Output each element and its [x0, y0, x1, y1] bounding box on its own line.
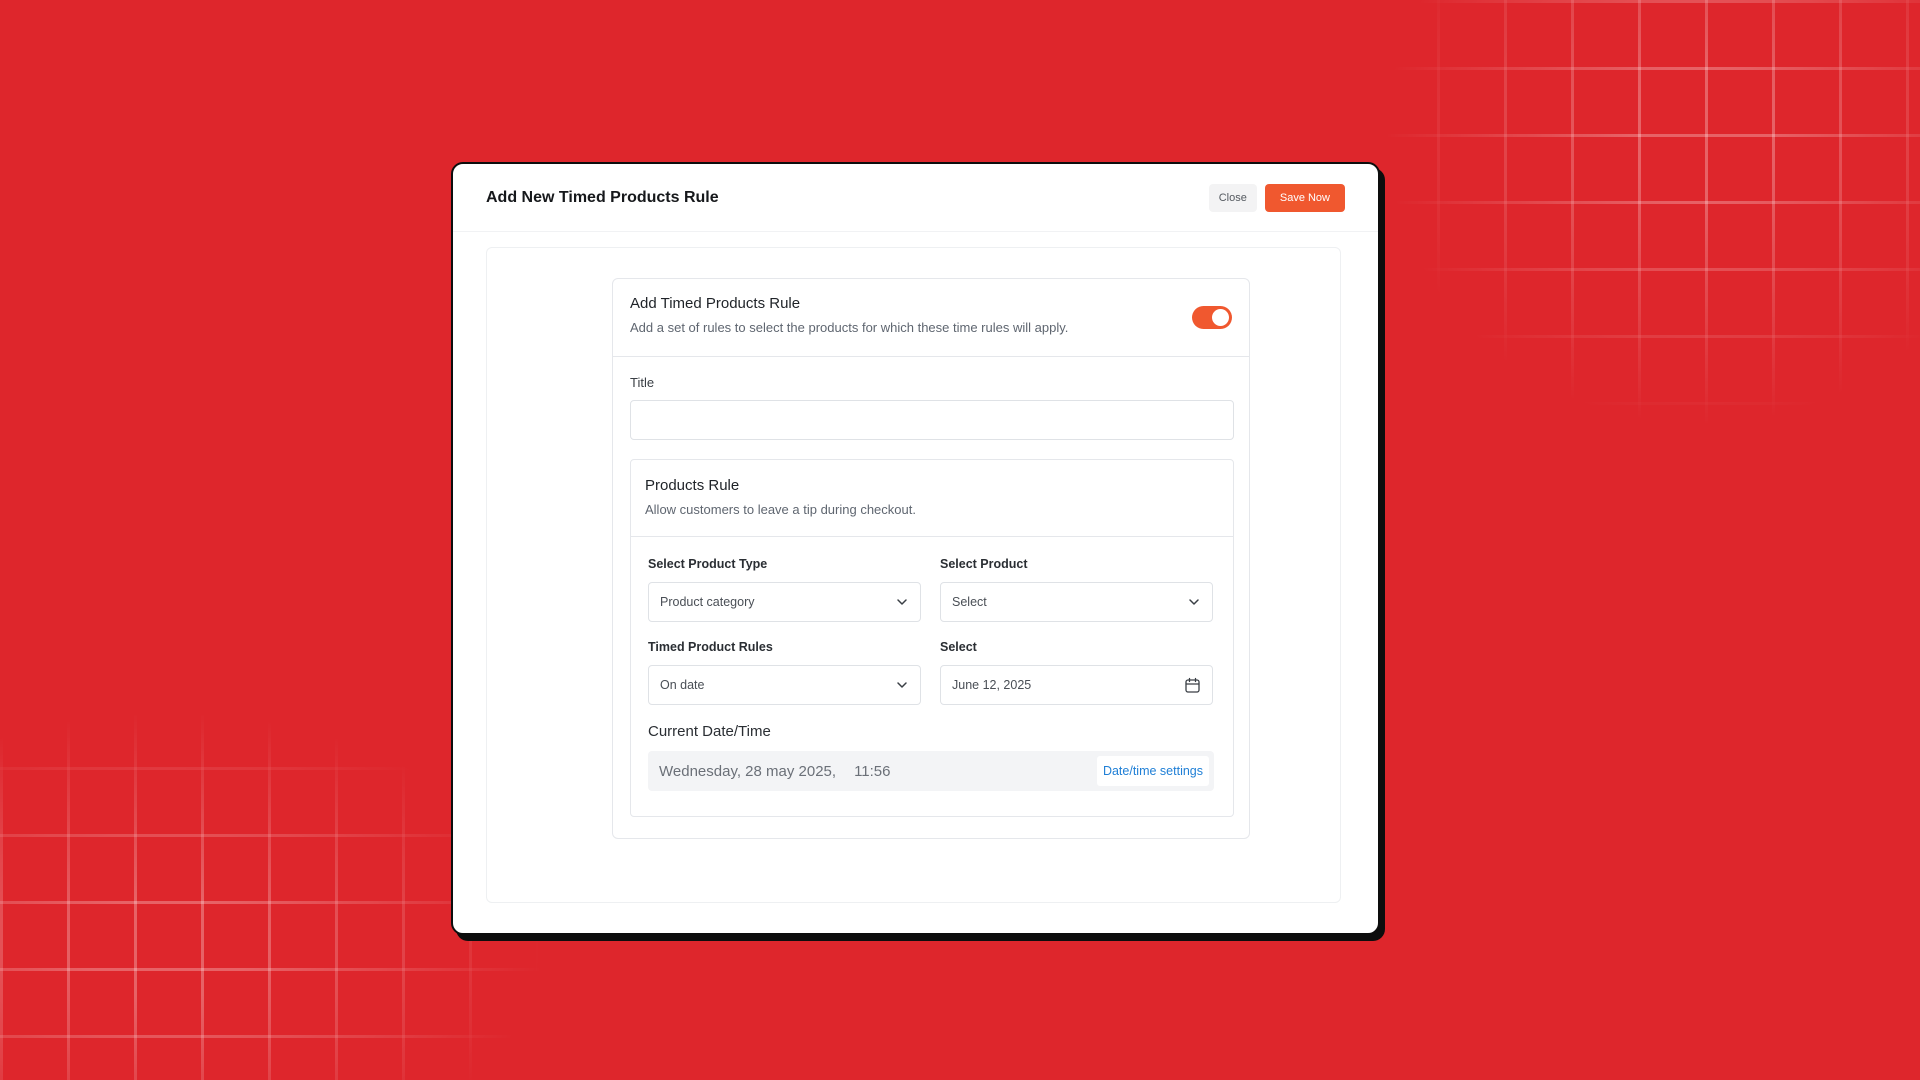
rule-card-description: Add a set of rules to select the product…	[630, 320, 1069, 335]
products-rule-header: Products Rule Allow customers to leave a…	[631, 460, 1233, 537]
product-field: Select Product Select	[940, 557, 1213, 622]
rule-enabled-toggle[interactable]	[1192, 306, 1232, 329]
product-type-select[interactable]: Product category	[648, 582, 921, 622]
products-rule-description: Allow customers to leave a tip during ch…	[645, 502, 916, 517]
background-grid-top-right	[1370, 0, 1920, 440]
save-now-button[interactable]: Save Now	[1264, 183, 1345, 212]
rule-card-title: Add Timed Products Rule	[630, 295, 801, 312]
timed-rules-value: On date	[660, 678, 705, 692]
timing-row: Timed Product Rules On date Select June …	[648, 640, 1216, 705]
header-actions: Close Save Now	[1208, 183, 1345, 212]
title-label: Title	[630, 375, 655, 390]
close-button[interactable]: Close	[1208, 183, 1257, 212]
toggle-knob	[1212, 309, 1229, 326]
modal-header: Add New Timed Products Rule Close Save N…	[453, 164, 1378, 232]
date-label: Select	[940, 640, 977, 654]
chevron-down-icon	[1189, 599, 1199, 605]
products-rule-body: Select Product Type Product category Sel…	[631, 537, 1233, 791]
product-label: Select Product	[940, 557, 1028, 571]
title-input[interactable]	[630, 400, 1234, 440]
calendar-icon[interactable]	[1184, 677, 1201, 694]
timed-rules-label: Timed Product Rules	[648, 640, 773, 654]
date-picker[interactable]: June 12, 2025	[940, 665, 1213, 705]
product-select[interactable]: Select	[940, 582, 1213, 622]
timed-rules-select[interactable]: On date	[648, 665, 921, 705]
current-time: 11:56	[854, 762, 891, 780]
date-value: June 12, 2025	[952, 678, 1032, 692]
product-type-value: Product category	[660, 595, 755, 609]
products-rule-title: Products Rule	[645, 477, 740, 494]
timed-rules-field: Timed Product Rules On date	[648, 640, 921, 705]
product-type-field: Select Product Type Product category	[648, 557, 921, 622]
rule-card-header: Add Timed Products Rule Add a set of rul…	[613, 279, 1249, 357]
chevron-down-icon	[897, 682, 907, 688]
current-date: Wednesday, 28 may 2025,	[659, 762, 837, 780]
current-datetime-box: Wednesday, 28 may 2025, 11:56 Date/time s…	[648, 751, 1214, 791]
current-datetime-text: Wednesday, 28 may 2025, 11:56	[659, 763, 891, 780]
date-field: Select June 12, 2025	[940, 640, 1213, 705]
modal-title: Add New Timed Products Rule	[486, 188, 719, 206]
datetime-settings-link[interactable]: Date/time settings	[1096, 756, 1209, 786]
timed-products-rule-card: Add Timed Products Rule Add a set of rul…	[612, 278, 1250, 839]
product-value: Select	[952, 595, 987, 609]
products-rule-card: Products Rule Allow customers to leave a…	[630, 459, 1234, 817]
current-datetime-label: Current Date/Time	[648, 723, 771, 740]
product-selection-row: Select Product Type Product category Sel…	[648, 557, 1216, 622]
product-type-label: Select Product Type	[648, 557, 768, 571]
chevron-down-icon	[897, 599, 907, 605]
title-section: Title	[613, 357, 1249, 440]
